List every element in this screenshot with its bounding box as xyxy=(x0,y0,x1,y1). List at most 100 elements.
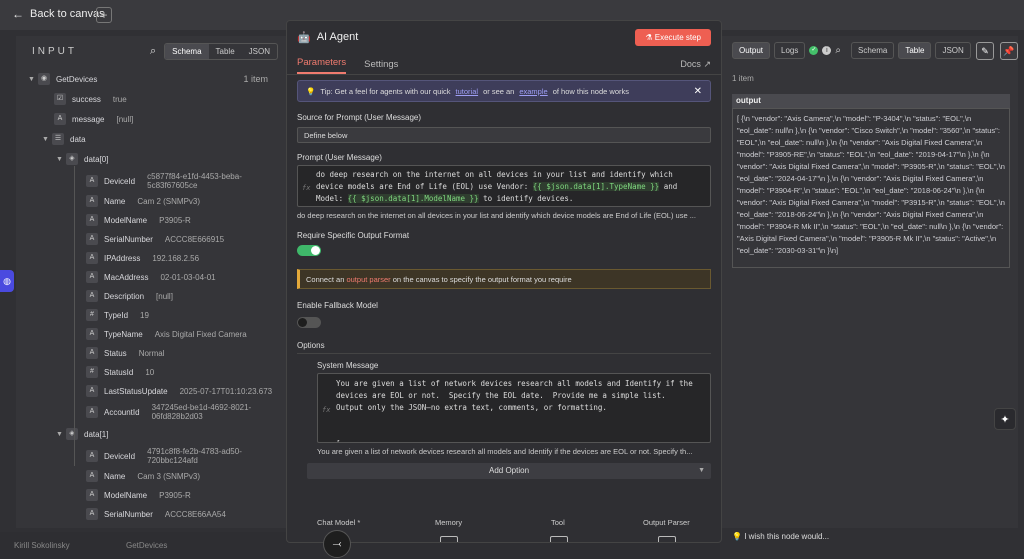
tab-json[interactable]: JSON xyxy=(935,41,971,59)
string-icon: A xyxy=(86,328,98,340)
back-label: Back to canvas xyxy=(30,8,105,20)
input-title: INPUT xyxy=(32,45,77,57)
tab-schema[interactable]: Schema xyxy=(165,43,209,59)
field-key: SerialNumber xyxy=(104,509,153,519)
tab-table[interactable]: Table xyxy=(898,41,932,59)
search-icon[interactable]: ⌕ xyxy=(835,45,841,56)
tab-parameters[interactable]: Parameters xyxy=(297,57,347,74)
fallback-toggle[interactable] xyxy=(297,317,321,328)
string-icon: A xyxy=(54,113,66,125)
modal-title-text: AI Agent xyxy=(316,31,359,43)
globe-icon[interactable]: ◍ xyxy=(0,270,14,292)
require-output-label: Require Specific Output Format xyxy=(297,231,410,240)
field-row[interactable]: # StatusId 10 xyxy=(86,363,154,381)
output-cell[interactable]: [ {\n "vendor": "Axis Camera",\n "model"… xyxy=(732,108,1010,268)
notice-text: Connect an xyxy=(306,275,345,284)
chevron-down-icon: ▼ xyxy=(42,135,49,143)
user-name: Kirill Sokolinsky xyxy=(14,541,70,550)
field-row[interactable]: A SerialNumber ACCC8E66AA54 xyxy=(86,505,226,523)
field-key: IPAddress xyxy=(104,253,141,263)
info-icon[interactable]: i xyxy=(822,45,832,55)
field-key: DeviceId xyxy=(104,176,136,186)
expression-icon: fx xyxy=(322,406,331,414)
field-row[interactable]: A AccountId 347245ed-be1d-4692-8021-06fd82… xyxy=(86,401,264,423)
string-icon: A xyxy=(86,214,98,226)
array-item-row[interactable]: ▼ ◈ data[0] xyxy=(56,150,120,168)
tab-logs[interactable]: Logs xyxy=(774,41,806,59)
source-select[interactable]: Define below xyxy=(297,127,711,143)
field-row[interactable]: A Description [null] xyxy=(86,287,173,305)
example-link[interactable]: example xyxy=(519,87,547,96)
tab-output[interactable]: Output xyxy=(732,41,771,59)
add-memory-button[interactable]: + xyxy=(440,536,458,542)
prompt-resolved-preview: do deep research on the internet on all … xyxy=(297,211,696,220)
field-key: Description xyxy=(104,291,145,301)
field-row[interactable]: A Name Cam 3 (SNMPv3) xyxy=(86,467,200,485)
tab-json[interactable]: JSON xyxy=(242,44,277,59)
field-key: ModelName xyxy=(104,215,148,225)
field-row[interactable]: A TypeName Axis Digital Fixed Camera xyxy=(86,325,247,343)
output-item-count: 1 item xyxy=(732,74,754,83)
string-icon: A xyxy=(86,385,98,397)
array-item-row[interactable]: ▼ ◈ data[1] xyxy=(56,425,120,443)
system-message-editor[interactable]: fx You are given a list of network devic… xyxy=(317,373,711,443)
field-row[interactable]: A DeviceId c5877f84-e1fd-4453-beba-5c83f67… xyxy=(86,170,259,192)
field-row[interactable]: A MacAddress 02-01-03-04-01 xyxy=(86,268,216,286)
search-icon[interactable]: ⌕ xyxy=(150,45,156,58)
add-option-button[interactable]: Add Option ▼ xyxy=(307,463,711,479)
number-icon: # xyxy=(86,309,98,321)
array-item-label: data[1] xyxy=(84,429,109,439)
field-row[interactable]: A IPAddress 192.168.2.56 xyxy=(86,249,199,267)
field-row[interactable]: ☑ success true xyxy=(54,90,127,108)
tab-table[interactable]: Table xyxy=(209,44,242,59)
field-value: [null] xyxy=(156,291,173,301)
boolean-icon: ☑ xyxy=(54,93,66,105)
node-row[interactable]: ▼ ◉ GetDevices xyxy=(28,70,109,88)
node-name: GetDevices xyxy=(56,74,98,84)
robot-icon: 🤖 xyxy=(297,31,311,44)
field-row[interactable]: A SerialNumber ACCC8E666915 xyxy=(86,230,224,248)
prompt-editor[interactable]: fx do deep research on the internet on a… xyxy=(297,165,711,207)
source-label: Source for Prompt (User Message) xyxy=(297,113,422,122)
string-icon: A xyxy=(86,195,98,207)
tab-settings[interactable]: Settings xyxy=(364,59,398,74)
back-to-canvas-button[interactable]: ← Back to canvas xyxy=(12,7,105,21)
chat-model-connector-icon[interactable]: ⤙ xyxy=(323,530,351,558)
ai-sparkle-icon[interactable]: ✦ xyxy=(994,408,1016,430)
close-icon[interactable]: ✕ xyxy=(694,86,702,97)
output-parser-link[interactable]: output parser xyxy=(346,275,390,284)
output-parser-label: Output Parser xyxy=(643,518,690,527)
add-tool-button[interactable]: + xyxy=(550,536,568,542)
tutorial-link[interactable]: tutorial xyxy=(456,87,479,96)
field-row[interactable]: A Status Normal xyxy=(86,344,164,362)
string-icon: A xyxy=(86,508,98,520)
field-value: 10 xyxy=(145,367,155,377)
tab-schema[interactable]: Schema xyxy=(850,41,895,59)
field-row[interactable]: A ModelName P3905-R xyxy=(86,486,191,504)
object-icon: ◈ xyxy=(66,428,78,440)
field-row[interactable]: ▼ ☰ data xyxy=(42,130,98,148)
field-row[interactable]: A Name Cam 2 (SNMPv3) xyxy=(86,192,200,210)
add-node-button[interactable]: + xyxy=(96,7,112,23)
string-icon: A xyxy=(86,175,98,187)
field-row[interactable]: A LastStatusUpdate 2025-07-17T01:10:23.673 xyxy=(86,382,272,400)
field-row[interactable]: # TypeId 19 xyxy=(86,306,149,324)
arrow-left-icon: ← xyxy=(12,7,24,21)
field-key: MacAddress xyxy=(104,272,149,282)
field-row[interactable]: A ModelName P3905-R xyxy=(86,211,191,229)
add-output-parser-button[interactable]: + xyxy=(658,536,676,542)
field-value: 192.168.2.56 xyxy=(152,253,200,263)
execute-step-button[interactable]: ⚗ Execute step xyxy=(635,28,711,46)
docs-link[interactable]: Docs ↗ xyxy=(680,59,711,74)
require-output-toggle[interactable] xyxy=(297,245,321,256)
field-value: 02-01-03-04-01 xyxy=(160,272,216,282)
lightbulb-icon: 💡 xyxy=(306,86,316,96)
expression: {{ $json.data[1].ModelName }} xyxy=(347,194,479,203)
feedback-link[interactable]: 💡 I wish this node would... xyxy=(732,532,829,541)
edit-pencil-icon[interactable]: ✎ xyxy=(976,42,994,60)
field-row[interactable]: A DeviceId 4791c8f8-fe2b-4783-ad50-720bbc1… xyxy=(86,445,259,467)
memory-label: Memory xyxy=(435,518,463,527)
field-row[interactable]: A message [null] xyxy=(54,110,133,128)
pin-icon[interactable]: 📌 xyxy=(1000,42,1018,60)
string-icon: A xyxy=(86,470,98,482)
